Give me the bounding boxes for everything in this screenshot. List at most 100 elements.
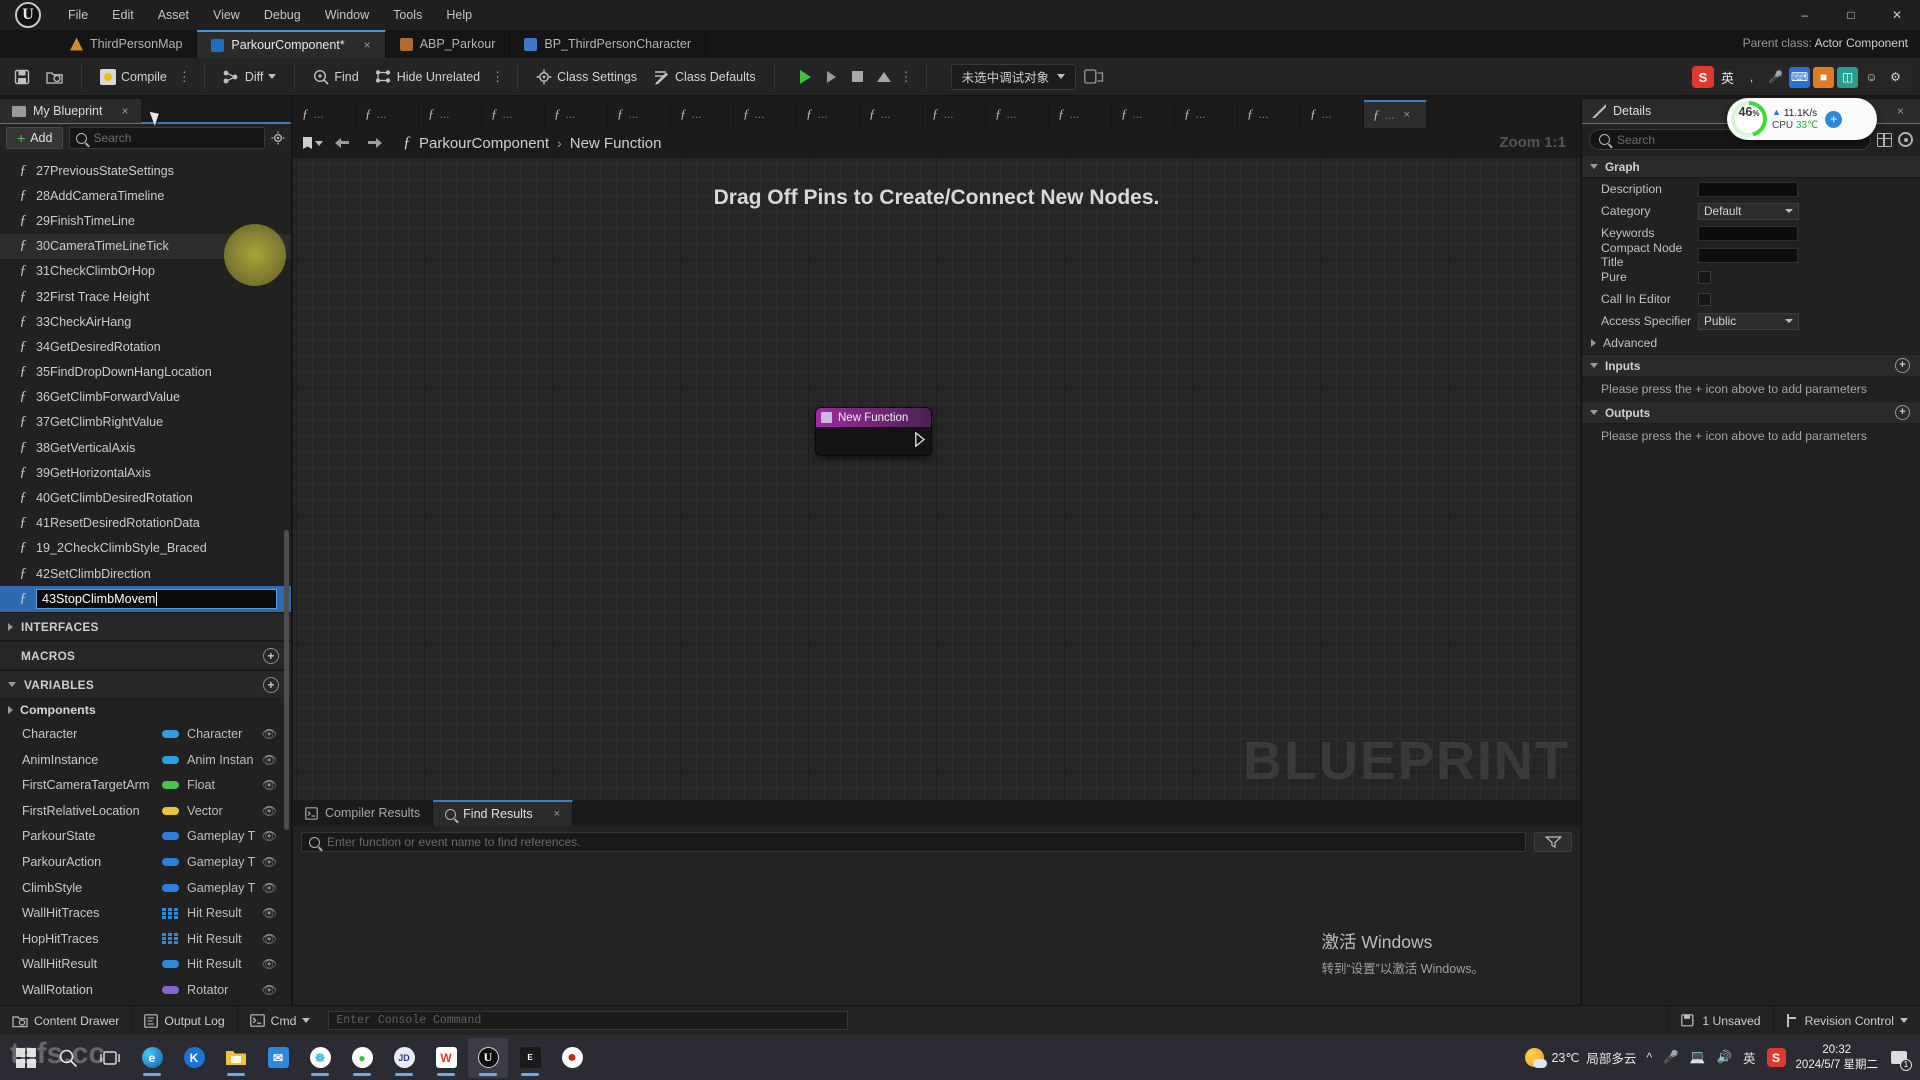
keywords-input[interactable] xyxy=(1698,225,1798,241)
menu-view[interactable]: View xyxy=(201,0,252,30)
tab-my-blueprint[interactable]: My Blueprint × xyxy=(0,99,141,123)
unsaved-button[interactable]: 1 Unsaved xyxy=(1668,1005,1772,1036)
menu-help[interactable]: Help xyxy=(434,0,484,30)
edge-icon[interactable]: e xyxy=(132,1038,172,1078)
notification-center-button[interactable]: 1 xyxy=(1888,1047,1912,1071)
menu-file[interactable]: File xyxy=(56,0,100,30)
my-blueprint-search[interactable] xyxy=(69,127,265,149)
details-section-outputs[interactable]: Outputs + xyxy=(1582,401,1920,424)
compile-options-icon[interactable]: ⋮ xyxy=(175,69,194,85)
left-panel-scrollbar[interactable] xyxy=(284,530,289,830)
function-item[interactable]: ƒ 35FindDropDownHangLocation xyxy=(0,360,291,385)
cloud-disk-icon[interactable]: ☸ xyxy=(300,1038,340,1078)
call-in-editor-checkbox[interactable] xyxy=(1698,292,1711,306)
volume-icon[interactable]: 🔊 xyxy=(1716,1050,1732,1065)
variable-item[interactable]: ClimbStyle Gameplay T 👁 xyxy=(0,875,291,901)
panel-close-icon[interactable]: × xyxy=(121,104,128,118)
function-item[interactable]: ƒ 38GetVerticalAxis xyxy=(0,435,291,460)
bird-app-icon[interactable]: ✉ xyxy=(258,1038,298,1078)
sogou-tray-icon[interactable]: S xyxy=(1766,1048,1786,1067)
function-item[interactable]: ƒ 19_2CheckClimbStyle_Braced xyxy=(0,536,291,561)
variable-item[interactable]: AnimInstance Anim Instan 👁 xyxy=(0,747,291,773)
function-item[interactable]: ƒ 40GetClimbDesiredRotation xyxy=(0,485,291,510)
function-item[interactable]: ƒ 34GetDesiredRotation xyxy=(0,334,291,359)
function-rename-input[interactable]: 43StopClimbMovem xyxy=(36,589,277,610)
compact-node-title-input[interactable] xyxy=(1698,247,1798,263)
function-item[interactable]: ƒ 39GetHorizontalAxis xyxy=(0,460,291,485)
chevron-up-icon[interactable]: ^ xyxy=(1646,1051,1652,1065)
graph-tab-active[interactable]: ƒ ... × xyxy=(1364,100,1427,128)
stop-button[interactable] xyxy=(845,63,871,91)
graph-tab[interactable]: ƒ... xyxy=(482,100,545,128)
graph-tab[interactable]: ƒ... xyxy=(1301,100,1364,128)
section-variables[interactable]: VARIABLES + xyxy=(0,670,291,700)
function-item[interactable]: ƒ 36GetClimbForwardValue xyxy=(0,385,291,410)
menu-window[interactable]: Window xyxy=(313,0,381,30)
nav-back-button[interactable] xyxy=(331,132,355,154)
graph-tab[interactable]: ƒ... xyxy=(734,100,797,128)
visibility-icon[interactable]: 👁 xyxy=(259,881,277,895)
section-interfaces[interactable]: INTERFACES xyxy=(0,612,291,642)
tab-compiler-results[interactable]: Compiler Results xyxy=(293,800,434,826)
add-input-icon[interactable]: + xyxy=(1895,358,1910,373)
tab-bp-thirdpersoncharacter[interactable]: BP_ThirdPersonCharacter xyxy=(510,30,707,58)
details-section-inputs[interactable]: Inputs + xyxy=(1582,354,1920,377)
ime-lang-indicator[interactable]: 英 xyxy=(1743,1048,1756,1067)
function-item[interactable]: ƒ 37GetClimbRightValue xyxy=(0,410,291,435)
function-item[interactable]: ƒ 33CheckAirHang xyxy=(0,309,291,334)
visibility-icon[interactable]: 👁 xyxy=(259,804,277,818)
tab-abp-parkour[interactable]: ABP_Parkour xyxy=(386,30,511,58)
variable-item[interactable]: HopHitTraces Hit Result 👁 xyxy=(0,926,291,952)
function-item[interactable]: ƒ 41ResetDesiredRotationData xyxy=(0,511,291,536)
function-item[interactable]: ƒ 42SetClimbDirection xyxy=(0,561,291,586)
browse-button[interactable] xyxy=(38,62,71,92)
details-advanced-toggle[interactable]: Advanced xyxy=(1582,332,1920,354)
graph-tab[interactable]: ƒ... xyxy=(671,100,734,128)
graph-tab[interactable]: ƒ... xyxy=(293,100,356,128)
gear-icon[interactable] xyxy=(271,131,285,145)
details-close-icon[interactable]: × xyxy=(1897,104,1904,118)
exec-output-pin[interactable] xyxy=(915,432,925,447)
menu-debug[interactable]: Debug xyxy=(252,0,313,30)
visibility-icon[interactable]: 👁 xyxy=(259,753,277,767)
access-specifier-dropdown[interactable]: Public xyxy=(1698,312,1799,330)
graph-tab[interactable]: ƒ... xyxy=(545,100,608,128)
epic-games-icon[interactable]: E xyxy=(510,1038,550,1078)
maximize-icon[interactable]: □ xyxy=(1828,0,1874,30)
graph-tab[interactable]: ƒ... xyxy=(860,100,923,128)
ime-emoji-icon[interactable]: ☺ xyxy=(1861,67,1882,88)
function-item[interactable]: ƒ 32First Trace Height xyxy=(0,284,291,309)
variable-item[interactable]: ParkourState Gameplay T 👁 xyxy=(0,824,291,850)
search-input[interactable] xyxy=(93,131,258,145)
file-explorer-icon[interactable] xyxy=(216,1038,256,1078)
gear-icon[interactable] xyxy=(1898,132,1913,147)
add-macro-icon[interactable]: + xyxy=(263,647,279,664)
debug-object-dropdown[interactable]: 未选中调试对象 xyxy=(950,63,1077,90)
graph-tab-close-icon[interactable]: × xyxy=(1404,109,1410,121)
variable-item[interactable]: Character Character 👁 xyxy=(0,721,291,747)
visibility-icon[interactable]: 👁 xyxy=(259,932,277,946)
sogou-logo-icon[interactable]: S xyxy=(1691,66,1714,88)
menu-edit[interactable]: Edit xyxy=(100,0,146,30)
ime-mic-icon[interactable]: 🎤 xyxy=(1765,67,1786,88)
parent-class-value[interactable]: Actor Component xyxy=(1815,36,1908,50)
tab-close-icon[interactable]: × xyxy=(364,38,371,52)
graph-tab[interactable]: ƒ... xyxy=(797,100,860,128)
bookmark-button[interactable] xyxy=(301,132,325,154)
unreal-engine-icon[interactable]: U xyxy=(468,1037,508,1078)
graph-tab[interactable]: ƒ... xyxy=(986,100,1049,128)
column-layout-icon[interactable] xyxy=(1877,132,1892,147)
graph-tab[interactable]: ƒ... xyxy=(1049,100,1112,128)
eject-button[interactable] xyxy=(871,63,897,91)
chevron-down-ic/on[interactable] xyxy=(1900,1018,1908,1023)
description-input[interactable] xyxy=(1698,181,1798,197)
performance-badge[interactable]: 46% ▲ 11.1K/s CPU 33℃ + xyxy=(1727,98,1877,140)
variable-item[interactable]: FirstRelativeLocation Vector 👁 xyxy=(0,798,291,824)
visibility-icon[interactable]: 👁 xyxy=(259,983,277,997)
console-command-input[interactable] xyxy=(336,1014,841,1027)
weather-widget[interactable]: 23℃ 局部多云 xyxy=(1525,1048,1636,1068)
nav-forward-button[interactable] xyxy=(361,132,385,154)
variable-item[interactable]: FirstCameraTargetArm Float 👁 xyxy=(0,772,291,798)
graph-tab[interactable]: ƒ... xyxy=(1238,100,1301,128)
graph-tab[interactable]: ƒ... xyxy=(419,100,482,128)
